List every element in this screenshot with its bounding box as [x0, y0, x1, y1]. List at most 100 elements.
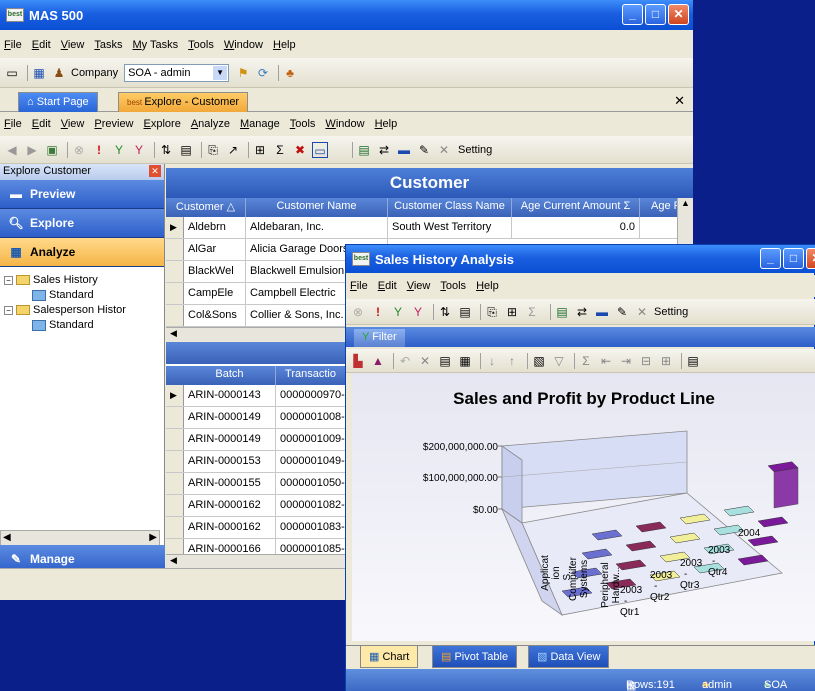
sales-menu-help[interactable]: Help [476, 280, 499, 292]
delete-icon[interactable]: ✕ [634, 304, 650, 320]
nav-preview-button[interactable]: ▬ Preview [0, 180, 164, 209]
column-header-age-current[interactable]: Age Current Amount Σ [512, 198, 640, 217]
copy-icon[interactable]: ⎘ [205, 142, 221, 158]
tree-item-salesperson-history[interactable]: − Salesperson Histor [4, 303, 160, 318]
list-icon[interactable]: ▤ [356, 142, 372, 158]
doc-menu-manage[interactable]: Manage [240, 118, 280, 130]
doc-menu-file[interactable]: File [4, 118, 22, 130]
properties-icon[interactable]: ▤ [437, 353, 453, 369]
doc-menu-preview[interactable]: Preview [94, 118, 133, 130]
back-icon[interactable]: ◀ [4, 142, 20, 158]
sort-ascending-icon[interactable]: ↓ [484, 353, 500, 369]
sales-menu-view[interactable]: View [407, 280, 431, 292]
sales-menu-edit[interactable]: Edit [378, 280, 397, 292]
table-row[interactable]: ARIN-0000162 0000001083- [166, 517, 346, 539]
sort-descending-icon[interactable]: ↑ [504, 353, 520, 369]
column-header-batch[interactable]: Batch [184, 366, 276, 385]
refresh-icon[interactable]: ⟳ [255, 65, 271, 81]
sales-minimize-button[interactable]: _ [760, 248, 781, 269]
home-icon[interactable]: ▣ [44, 142, 60, 158]
switch-company-icon[interactable]: ⚑ [235, 65, 251, 81]
batch-hscrollbar[interactable]: ◀ [166, 554, 346, 568]
delete-icon[interactable]: ✕ [436, 142, 452, 158]
collapse-icon[interactable]: ⇤ [598, 353, 614, 369]
nav-explore-button[interactable]: 🔍︎ Explore [0, 209, 164, 238]
stop-icon[interactable]: ⊗ [71, 142, 87, 158]
chart-wizard-icon[interactable]: ▙ [350, 353, 366, 369]
chart-area[interactable]: Sales and Profit by Product Line $200,00… [352, 373, 815, 641]
scroll-up-icon[interactable]: ▲ [678, 198, 693, 208]
close-document-icon[interactable]: ✕ [674, 93, 685, 109]
column-header-customer-name[interactable]: Customer Name [246, 198, 388, 217]
group-icon[interactable]: ⊞ [504, 304, 520, 320]
sales-title-bar[interactable]: best Sales History Analysis _ □ ✕ [346, 245, 815, 273]
clear-filter-icon[interactable]: Y [410, 304, 426, 320]
tab-start-page[interactable]: ⌂ Start Page [18, 92, 98, 112]
close-button[interactable]: ✕ [668, 4, 689, 25]
row-selector[interactable] [166, 407, 184, 428]
menu-window[interactable]: Window [224, 39, 263, 51]
menu-edit[interactable]: Edit [32, 39, 51, 51]
doc-menu-explore[interactable]: Explore [144, 118, 181, 130]
edit-icon[interactable]: ✎ [416, 142, 432, 158]
table-row[interactable]: ▶ Aldebrn Aldebaran, Inc. South West Ter… [166, 217, 693, 239]
doc-menu-view[interactable]: View [61, 118, 85, 130]
stop-icon[interactable]: ⊗ [350, 304, 366, 320]
list-icon[interactable]: ▤ [554, 304, 570, 320]
row-selector-icon[interactable]: ▶ [166, 217, 184, 238]
show-top-icon[interactable]: ▧ [531, 353, 547, 369]
sort-icon[interactable]: ⇅ [437, 304, 453, 320]
menu-help[interactable]: Help [273, 39, 296, 51]
row-selector[interactable] [166, 495, 184, 516]
sum-icon[interactable]: Σ [272, 142, 288, 158]
row-selector[interactable] [166, 451, 184, 472]
tree-item-sales-history[interactable]: − Sales History [4, 273, 160, 288]
doc-menu-edit[interactable]: Edit [32, 118, 51, 130]
filter-icon[interactable]: Y [390, 304, 406, 320]
tab-data-view[interactable]: ▧ Data View [528, 646, 610, 668]
autofilter-icon[interactable]: ▽ [551, 353, 567, 369]
maximize-button[interactable]: □ [645, 4, 666, 25]
chart-icon[interactable]: ✖ [292, 142, 308, 158]
alert-icon[interactable]: ! [370, 304, 386, 320]
nav-analyze-button[interactable]: ▦ Analyze [0, 238, 164, 267]
field-list-icon[interactable]: ▦ [457, 353, 473, 369]
tab-pivot-table[interactable]: ▤ Pivot Table [432, 646, 518, 668]
column-header-class-name[interactable]: Customer Class Name [388, 198, 512, 217]
filter-icon[interactable]: Y [111, 142, 127, 158]
tree-item-standard[interactable]: Standard [4, 318, 160, 333]
scroll-left-icon[interactable]: ◀ [3, 532, 11, 543]
desktop-icon[interactable]: ▭ [4, 65, 20, 81]
autocalc-icon[interactable]: Σ [578, 353, 594, 369]
row-selector[interactable] [166, 261, 184, 282]
grid-vscrollbar[interactable]: ▲ [677, 198, 693, 244]
chevron-down-icon[interactable]: ▼ [213, 65, 228, 80]
save-icon[interactable]: ▬ [594, 304, 610, 320]
users-icon[interactable]: ♣ [282, 65, 298, 81]
delete-icon[interactable]: ✕ [417, 353, 433, 369]
columns-icon[interactable]: ▤ [457, 304, 473, 320]
doc-menu-window[interactable]: Window [325, 118, 364, 130]
doc-menu-tools[interactable]: Tools [290, 118, 316, 130]
expand-icon[interactable]: ⇥ [618, 353, 634, 369]
tab-chart[interactable]: ▦ Chart [360, 646, 419, 668]
row-selector[interactable] [166, 305, 184, 326]
sales-menu-tools[interactable]: Tools [440, 280, 466, 292]
export-icon[interactable]: ↗ [225, 142, 241, 158]
tab-explore-customer[interactable]: best Explore - Customer [118, 92, 249, 112]
close-pane-icon[interactable]: ✕ [149, 165, 161, 177]
tree-item-standard[interactable]: Standard [4, 288, 160, 303]
sales-maximize-button[interactable]: □ [783, 248, 804, 269]
columns-icon[interactable]: ▤ [178, 142, 194, 158]
main-title-bar[interactable]: best MAS 500 _ □ ✕ [0, 0, 693, 30]
export-excel-icon[interactable]: ▤ [685, 353, 701, 369]
menu-file[interactable]: File [4, 39, 22, 51]
table-row[interactable]: ARIN-0000153 0000001049- [166, 451, 346, 473]
doc-menu-analyze[interactable]: Analyze [191, 118, 230, 130]
sort-icon[interactable]: ⇅ [158, 142, 174, 158]
doc-menu-help[interactable]: Help [375, 118, 398, 130]
sales-setting-button[interactable]: Setting [654, 306, 688, 318]
show-details-icon[interactable]: ⊞ [658, 353, 674, 369]
filter-tab[interactable]: Y Filter [354, 329, 405, 347]
row-selector[interactable] [166, 473, 184, 494]
